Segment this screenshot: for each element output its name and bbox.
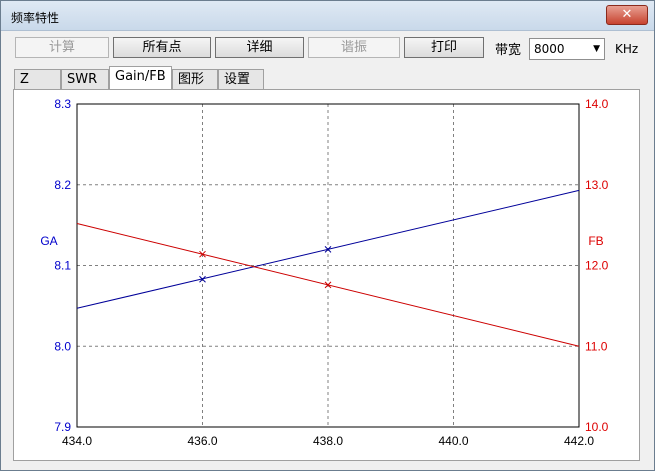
gain-fb-chart: 434.0 436.0 438.0 440.0 442.0 7.9 8.0 8.1 8.2 8.3… [40, 97, 609, 448]
tab-gain-fb[interactable]: Gain/FB [109, 66, 172, 90]
x-tick-label: 442.0 [564, 434, 594, 448]
x-tick-label: 440.0 [438, 434, 468, 448]
x-tick-label: 434.0 [62, 434, 92, 448]
x-tick-label: 438.0 [313, 434, 343, 448]
tab-graph[interactable]: 图形 [172, 69, 218, 89]
resonance-button[interactable]: 谐振 [308, 37, 400, 58]
tab-swr[interactable]: SWR [61, 69, 109, 89]
print-button[interactable]: 打印 [404, 37, 484, 58]
bandwidth-select[interactable]: 8000 ▼ [529, 38, 605, 60]
window-title: 频率特性 [11, 11, 60, 25]
detail-button[interactable]: 详细 [215, 37, 304, 58]
left-axis-label: GA [40, 234, 57, 248]
right-y-tick-label: 12.0 [585, 259, 609, 273]
right-y-tick-label: 14.0 [585, 97, 609, 111]
title-bar[interactable]: 频率特性 ✕ [1, 1, 654, 31]
left-y-tick-label: 8.0 [54, 339, 71, 353]
close-button[interactable]: ✕ [606, 5, 648, 25]
calculate-button[interactable]: 计算 [15, 37, 109, 58]
all-points-button[interactable]: 所有点 [113, 37, 211, 58]
right-y-tick-label: 11.0 [585, 339, 608, 353]
right-axis-label: FB [588, 234, 603, 248]
tab-settings[interactable]: 设置 [218, 69, 264, 89]
bandwidth-value: 8000 [534, 42, 565, 56]
bandwidth-label: 带宽 [495, 43, 522, 58]
left-y-tick-label: 8.2 [54, 178, 71, 192]
chevron-down-icon: ▼ [593, 44, 600, 54]
bandwidth-unit: KHz [615, 42, 639, 56]
left-y-tick-label: 8.3 [54, 97, 71, 111]
chart-panel: 434.0 436.0 438.0 440.0 442.0 7.9 8.0 8.1 8.2 8.3… [13, 89, 640, 461]
left-y-tick-label: 7.9 [54, 420, 71, 434]
left-y-tick-label: 8.1 [54, 259, 71, 273]
tab-z[interactable]: Z [14, 69, 61, 89]
right-y-tick-label: 10.0 [585, 420, 609, 434]
frequency-characteristics-window: 频率特性 ✕ 计算 所有点 详细 谐振 打印 带宽 8000 ▼ KHz Z S… [0, 0, 655, 471]
right-y-tick-label: 13.0 [585, 178, 609, 192]
x-tick-label: 436.0 [187, 434, 217, 448]
